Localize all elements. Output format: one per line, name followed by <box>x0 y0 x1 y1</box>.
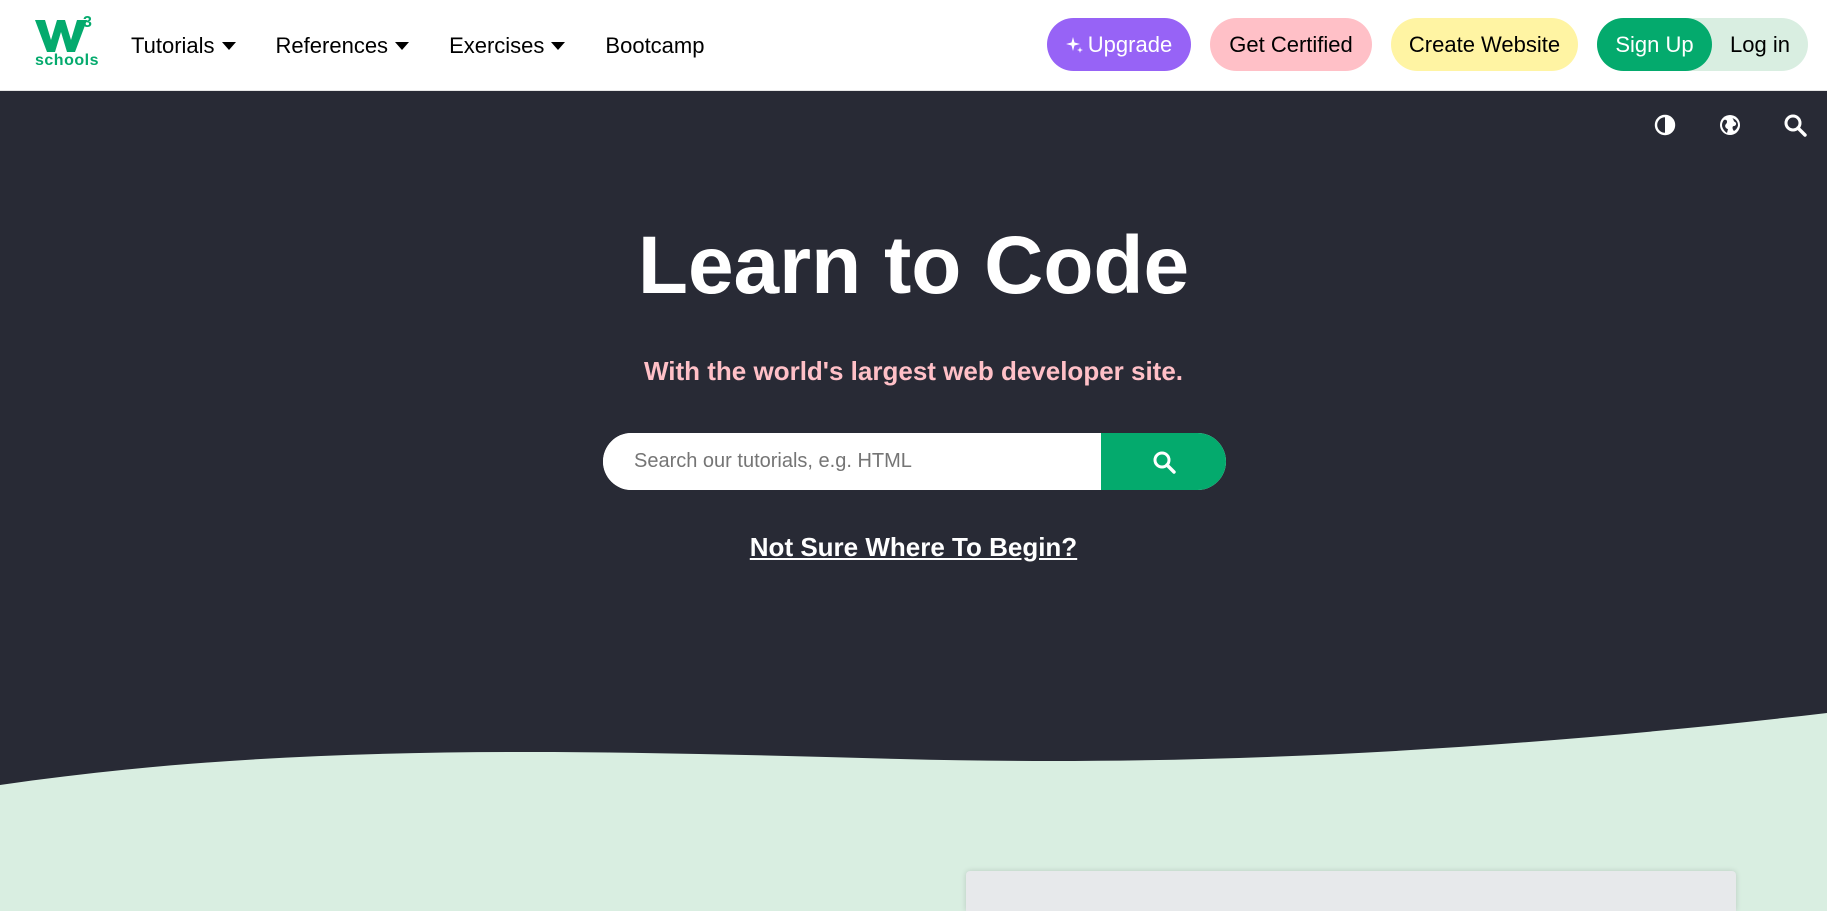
tutorial-search-bar <box>603 433 1226 490</box>
content-card-preview <box>966 871 1736 911</box>
nav-bootcamp-label: Bootcamp <box>605 32 705 58</box>
auth-buttons: Sign Up Log in <box>1597 18 1808 71</box>
nav-bootcamp[interactable]: Bootcamp <box>605 33 704 59</box>
wave-divider <box>0 713 1827 901</box>
w3schools-logo[interactable]: 3 schools <box>35 14 98 74</box>
get-certified-button[interactable]: Get Certified <box>1210 18 1372 71</box>
hero-title: Learn to Code <box>637 220 1190 311</box>
create-website-button[interactable]: Create Website <box>1391 18 1578 71</box>
search-icon[interactable] <box>1762 107 1827 143</box>
not-sure-where-to-begin-link[interactable]: Not Sure Where To Begin? <box>750 532 1077 562</box>
caret-down-icon <box>221 41 236 50</box>
nav-references[interactable]: References <box>276 33 410 59</box>
nav-references-label: References <box>275 32 389 58</box>
begin-link-row: Not Sure Where To Begin? <box>0 532 1827 563</box>
nav-tutorials[interactable]: Tutorials <box>131 33 236 59</box>
logo-superscript: 3 <box>83 14 92 31</box>
sparkle-icon <box>1065 36 1083 53</box>
nav-tutorials-label: Tutorials <box>131 32 215 58</box>
tutorial-search-input[interactable] <box>603 433 1101 490</box>
caret-down-icon <box>551 41 566 50</box>
top-navbar: 3 schools Tutorials References Exercises… <box>0 0 1827 91</box>
nav-exercises[interactable]: Exercises <box>449 32 566 59</box>
contrast-icon[interactable] <box>1632 107 1697 143</box>
logo-text: schools <box>35 52 99 69</box>
hero-subtitle: With the world's largest web developer s… <box>643 356 1184 386</box>
upgrade-label: Upgrade <box>1087 31 1173 57</box>
upgrade-button[interactable]: Upgrade <box>1047 18 1191 71</box>
search-icon <box>1153 451 1176 474</box>
search-submit-button[interactable] <box>1101 433 1226 490</box>
main-menu: Tutorials References Exercises Bootcamp <box>131 0 704 91</box>
log-in-button[interactable]: Log in <box>1712 18 1808 71</box>
globe-icon[interactable] <box>1697 107 1762 143</box>
hero-section: Learn to Code With the world's largest w… <box>0 91 1827 901</box>
nav-exercises-label: Exercises <box>449 32 545 58</box>
utility-icons <box>1632 107 1827 143</box>
caret-down-icon <box>395 41 410 50</box>
sign-up-button[interactable]: Sign Up <box>1597 18 1712 71</box>
